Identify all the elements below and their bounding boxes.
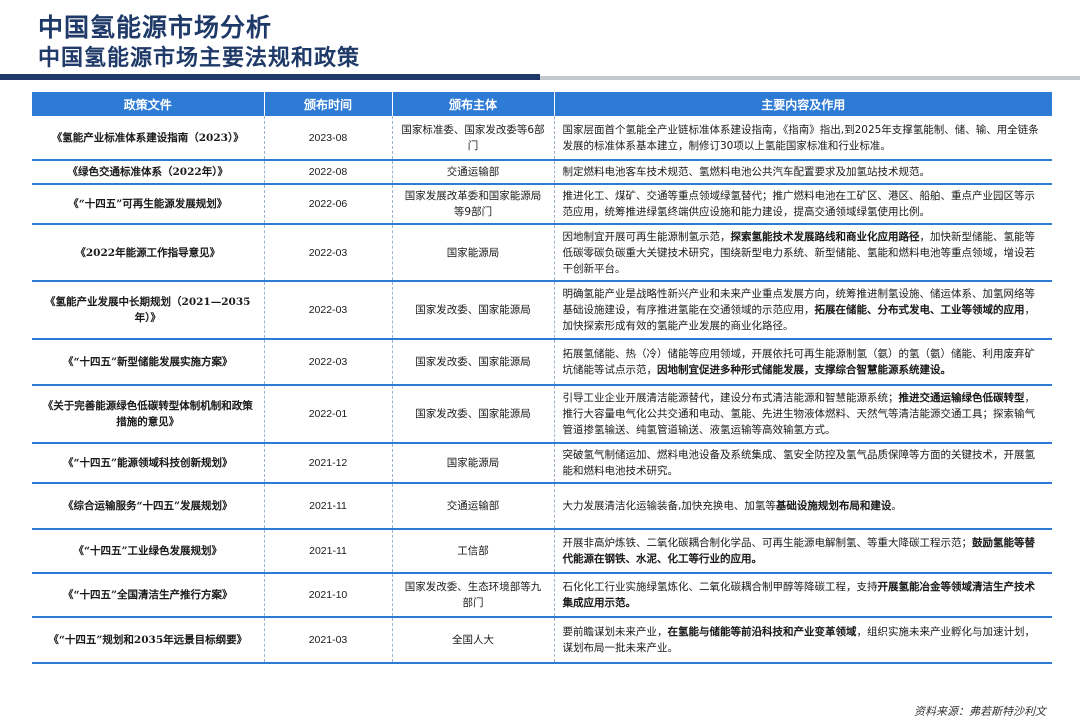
table-row: 《氢能产业标准体系建设指南（2023）》 2023-08 国家标准委、国家发改委等6… bbox=[32, 116, 1052, 161]
content-text: 。 bbox=[891, 500, 902, 512]
policy-document-cell: 《2022年能源工作指导意见》 bbox=[32, 224, 264, 282]
content-cell: 开展非高炉炼铁、二氧化碳耦合制化学品、可再生能源电解制氢、等重大降碳工程示范；鼓… bbox=[553, 529, 1052, 574]
content-cell: 国家层面首个氢能全产业链标准体系建设指南，《指南》指出,到2025年支撑氢能制、… bbox=[553, 116, 1052, 161]
column-header-document: 政策文件 bbox=[32, 92, 264, 116]
header-rule-dark bbox=[0, 74, 540, 80]
issuer-cell: 国家发改委、国家能源局 bbox=[391, 339, 554, 386]
table-row: 《综合运输服务“十四五”发展规划》 2021-11 交通运输部 大力发展清洁化运输装备… bbox=[32, 483, 1052, 530]
column-header-issuer: 颁布主体 bbox=[391, 92, 554, 116]
issue-date-cell: 2022-08 bbox=[263, 160, 392, 185]
source-note: 资料来源：弗若斯特沙利文 bbox=[914, 705, 1046, 718]
issuer-cell: 交通运输部 bbox=[391, 160, 554, 185]
table-row: 《“十四五”工业绿色发展规划》 2021-11 工信部 开展非高炉炼铁、二氧化碳耦合制… bbox=[32, 529, 1052, 574]
content-text: 大力发展清洁化运输装备,加快充换电、加氢等 bbox=[562, 500, 776, 512]
issuer-cell: 国家能源局 bbox=[391, 224, 554, 282]
issuer-cell: 全国人大 bbox=[391, 617, 554, 664]
issue-date-cell: 2021-11 bbox=[263, 483, 392, 530]
content-cell: 拓展氢储能、热（冷）储能等应用领域，开展依托可再生能源制氢（氨）的氢（氨）储能、… bbox=[553, 339, 1052, 386]
policy-document-cell: 《“十四五”新型储能发展实施方案》 bbox=[32, 339, 264, 386]
issue-date-cell: 2021-03 bbox=[263, 617, 392, 664]
issuer-cell: 交通运输部 bbox=[391, 483, 554, 530]
policy-document-cell: 《氢能产业标准体系建设指南（2023）》 bbox=[32, 116, 264, 161]
policy-document-cell: 《绿色交通标准体系（2022年）》 bbox=[32, 160, 264, 185]
issue-date-cell: 2022-03 bbox=[263, 224, 392, 282]
content-text: 国家层面首个氢能全产业链标准体系建设指南，《指南》指出,到2025年支撑氢能制、… bbox=[562, 123, 1039, 152]
issue-date-cell: 2023-08 bbox=[263, 116, 392, 161]
issuer-cell: 国家发展改革委和国家能源局等9部门 bbox=[391, 184, 554, 225]
table-row: 《“十四五”规划和2035年远景目标纲要》 2021-03 全国人大 要前瞻谋划未来产… bbox=[32, 617, 1052, 664]
content-text: 石化化工行业实施绿氢炼化、二氧化碳耦合制甲醇等降碳工程，支持 bbox=[562, 581, 878, 593]
policy-document-cell: 《“十四五”规划和2035年远景目标纲要》 bbox=[32, 617, 264, 664]
content-highlight: 探索氢能技术发展路线和商业化应用路径 bbox=[730, 230, 920, 243]
content-cell: 石化化工行业实施绿氢炼化、二氧化碳耦合制甲醇等降碳工程，支持开展氢能冶金等领域清… bbox=[553, 573, 1052, 618]
content-text: 要前瞻谋划未来产业， bbox=[562, 626, 668, 638]
content-highlight: 推进交通运输绿色低碳转型 bbox=[898, 392, 1025, 404]
issuer-cell: 国家能源局 bbox=[391, 443, 554, 484]
table-row: 《绿色交通标准体系（2022年）》 2022-08 交通运输部 制定燃料电池客车技术规… bbox=[32, 160, 1052, 185]
issuer-cell: 工信部 bbox=[391, 529, 554, 574]
issuer-cell: 国家标准委、国家发改委等6部门 bbox=[391, 116, 554, 161]
content-highlight: 基础设施规划布局和建设 bbox=[775, 500, 892, 512]
issue-date-cell: 2022-03 bbox=[263, 281, 392, 340]
policy-table: 政策文件 颁布时间 颁布主体 主要内容及作用 《氢能产业标准体系建设指南（202… bbox=[32, 92, 1052, 664]
content-cell: 突破氢气制储运加、燃料电池设备及系统集成、氢安全防控及氢气品质保障等方面的关键技… bbox=[553, 443, 1052, 484]
issue-date-cell: 2021-10 bbox=[263, 573, 392, 618]
issue-date-cell: 2022-03 bbox=[263, 339, 392, 386]
table-row: 《“十四五”新型储能发展实施方案》 2022-03 国家发改委、国家能源局 拓展氢储能… bbox=[32, 339, 1052, 386]
content-text: 因地制宜开展可再生能源制氢示范， bbox=[562, 230, 731, 243]
header-rule-grey bbox=[540, 76, 1080, 80]
content-cell: 制定燃料电池客车技术规范、氢燃料电池公共汽车配置要求及加氢站技术规范。 bbox=[553, 160, 1052, 185]
table-row: 《氢能产业发展中长期规划（2021—2035年）》 2022-03 国家发改委、国家… bbox=[32, 281, 1052, 340]
policy-document-cell: 《“十四五”可再生能源发展规划》 bbox=[32, 184, 264, 225]
policy-table-body: 《氢能产业标准体系建设指南（2023）》 2023-08 国家标准委、国家发改委等6… bbox=[32, 116, 1052, 664]
content-cell: 要前瞻谋划未来产业，在氢能与储能等前沿科技和产业变革领域，组织实施未来产业孵化与… bbox=[553, 617, 1052, 664]
table-header-row: 政策文件 颁布时间 颁布主体 主要内容及作用 bbox=[32, 92, 1052, 116]
page-subtitle: 中国氢能源市场主要法规和政策 bbox=[38, 45, 361, 71]
content-text: 制定燃料电池客车技术规范、氢燃料电池公共汽车配置要求及加氢站技术规范。 bbox=[562, 166, 931, 178]
issuer-cell: 国家发改委、国家能源局 bbox=[391, 385, 554, 444]
issuer-cell: 国家发改委、国家能源局 bbox=[391, 281, 554, 340]
table-row: 《2022年能源工作指导意见》 2022-03 国家能源局 因地制宜开展可再生能源制氢… bbox=[32, 224, 1052, 282]
policy-document-cell: 《氢能产业发展中长期规划（2021—2035年）》 bbox=[32, 281, 264, 340]
table-row: 《“十四五”全国清洁生产推行方案》 2021-10 国家发改委、生态环境部等九部门石… bbox=[32, 573, 1052, 618]
issue-date-cell: 2022-01 bbox=[263, 385, 392, 444]
page-title: 中国氢能源市场分析 bbox=[38, 13, 273, 42]
content-cell: 明确氢能产业是战略性新兴产业和未来产业重点发展方向，统筹推进制氢设施、储运体系、… bbox=[553, 281, 1052, 340]
policy-document-cell: 《综合运输服务“十四五”发展规划》 bbox=[32, 483, 264, 530]
policy-document-cell: 《“十四五”能源领域科技创新规划》 bbox=[32, 443, 264, 484]
issuer-cell: 国家发改委、生态环境部等九部门 bbox=[391, 573, 554, 618]
issue-date-cell: 2021-11 bbox=[263, 529, 392, 574]
content-cell: 因地制宜开展可再生能源制氢示范，探索氢能技术发展路线和商业化应用路径，加快新型储… bbox=[553, 224, 1052, 282]
table-row: 《关于完善能源绿色低碳转型体制机制和政策措施的意见》 2022-01 国家发改委、国… bbox=[32, 385, 1052, 444]
policy-document-cell: 《“十四五”工业绿色发展规划》 bbox=[32, 529, 264, 574]
content-highlight: 在氢能与储能等前沿科技和产业变革领域 bbox=[667, 626, 857, 638]
table-row: 《“十四五”可再生能源发展规划》 2022-06 国家发展改革委和国家能源局等9部门… bbox=[32, 184, 1052, 225]
content-cell: 推进化工、煤矿、交通等重点领域绿氢替代；推广燃料电池在工矿区、港区、船舶、重点产… bbox=[553, 184, 1052, 225]
content-text: 引导工业企业开展清洁能源替代，建设分布式清洁能源和智慧能源系统； bbox=[562, 392, 899, 404]
policy-document-cell: 《“十四五”全国清洁生产推行方案》 bbox=[32, 573, 264, 618]
column-header-date: 颁布时间 bbox=[263, 92, 392, 116]
content-cell: 引导工业企业开展清洁能源替代，建设分布式清洁能源和智慧能源系统；推进交通运输绿色… bbox=[553, 385, 1052, 444]
content-cell: 大力发展清洁化运输装备,加快充换电、加氢等基础设施规划布局和建设。 bbox=[553, 483, 1052, 530]
content-highlight: 拓展在储能、分布式发电、工业等领域的应用 bbox=[814, 304, 1025, 316]
content-text: 突破氢气制储运加、燃料电池设备及系统集成、氢安全防控及氢气品质保障等方面的关键技… bbox=[562, 449, 1036, 477]
content-highlight: 因地制宜促进多种形式储能发展，支撑综合智慧能源系统建设。 bbox=[657, 364, 951, 376]
content-text: 开展非高炉炼铁、二氧化碳耦合制化学品、可再生能源电解制氢、等重大降碳工程示范； bbox=[562, 537, 973, 549]
policy-document-cell: 《关于完善能源绿色低碳转型体制机制和政策措施的意见》 bbox=[32, 385, 264, 444]
issue-date-cell: 2021-12 bbox=[263, 443, 392, 484]
table-row: 《“十四五”能源领域科技创新规划》 2021-12 国家能源局 突破氢气制储运加、燃料… bbox=[32, 443, 1052, 484]
issue-date-cell: 2022-06 bbox=[263, 184, 392, 225]
content-text: 推进化工、煤矿、交通等重点领域绿氢替代；推广燃料电池在工矿区、港区、船舶、重点产… bbox=[562, 190, 1036, 218]
column-header-content: 主要内容及作用 bbox=[553, 92, 1052, 116]
